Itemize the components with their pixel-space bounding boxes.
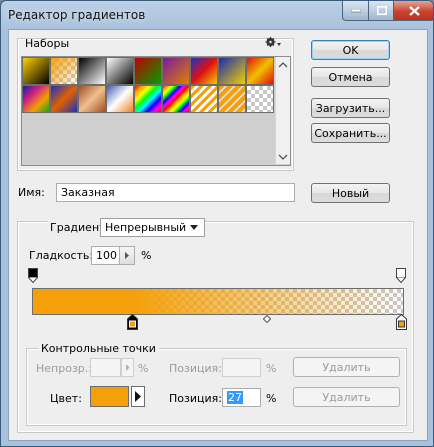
- color-delete-button[interactable]: Удалить: [293, 387, 400, 407]
- opacity-stop-right[interactable]: [396, 268, 406, 287]
- preset-swatch[interactable]: [50, 57, 78, 85]
- color-stop-icon: [396, 313, 407, 330]
- preset-swatch[interactable]: [106, 57, 134, 85]
- opacity-stop-icon: [396, 268, 406, 284]
- opacity-label: Непрозр.:: [36, 362, 92, 375]
- gradient-type-value: Непрерывный: [105, 221, 187, 234]
- preset-swatch[interactable]: [162, 85, 190, 113]
- smoothness-unit: %: [141, 249, 152, 262]
- opacity-position-unit: %: [266, 362, 277, 375]
- preset-swatch[interactable]: [22, 85, 50, 113]
- title-bar[interactable]: Редактор градиентов: [1, 1, 433, 29]
- color-swatch[interactable]: [90, 386, 129, 407]
- close-icon: [408, 5, 420, 16]
- color-label: Цвет:: [50, 392, 82, 405]
- preset-swatch[interactable]: [246, 57, 274, 85]
- preset-swatch[interactable]: [218, 57, 246, 85]
- preset-swatch[interactable]: [162, 57, 190, 85]
- smoothness-label: Гладкость:: [29, 249, 94, 262]
- color-stop-right[interactable]: [396, 313, 407, 333]
- preset-swatch[interactable]: [190, 85, 218, 113]
- preset-swatch[interactable]: [22, 57, 50, 85]
- new-button[interactable]: Новый: [311, 183, 390, 203]
- window-title: Редактор градиентов: [8, 8, 146, 22]
- presets-label: Наборы: [25, 37, 70, 50]
- preset-scrollbar[interactable]: [275, 57, 290, 164]
- minimize-button[interactable]: [342, 1, 370, 21]
- preset-swatch[interactable]: [134, 57, 162, 85]
- opacity-field[interactable]: [90, 358, 121, 377]
- color-position-unit: %: [266, 392, 277, 405]
- color-position-value: 27: [227, 391, 243, 404]
- gradient-editor-window: Редактор градиентов Наборы OK Отмена Заг…: [0, 0, 434, 447]
- preset-swatch[interactable]: [50, 85, 78, 113]
- chevron-down-icon: [190, 225, 198, 230]
- smoothness-field[interactable]: 100: [91, 246, 119, 265]
- opacity-delete-button[interactable]: Удалить: [293, 357, 400, 377]
- opacity-stepper[interactable]: [121, 358, 134, 377]
- scroll-down-icon[interactable]: [276, 152, 290, 162]
- preset-list[interactable]: [21, 56, 291, 166]
- gradient-type-select[interactable]: Непрерывный: [100, 218, 205, 237]
- color-position-label: Позиция:: [169, 392, 222, 405]
- name-label: Имя:: [18, 186, 45, 199]
- preset-swatch[interactable]: [190, 57, 218, 85]
- gear-icon[interactable]: [265, 36, 281, 51]
- ok-button[interactable]: OK: [311, 40, 390, 60]
- dialog-client-area: Наборы OK Отмена Загрузить... Сохранить.…: [8, 29, 428, 441]
- preset-swatch[interactable]: [218, 85, 246, 113]
- opacity-stop-icon: [28, 268, 38, 284]
- cancel-button[interactable]: Отмена: [311, 67, 390, 87]
- chevron-right-icon: [126, 364, 130, 371]
- save-button[interactable]: Сохранить...: [311, 123, 390, 143]
- color-menu-button[interactable]: [131, 386, 145, 407]
- opacity-unit: %: [138, 362, 149, 375]
- minimize-icon: [351, 8, 361, 12]
- preset-swatch[interactable]: [106, 85, 134, 113]
- color-stop-selected[interactable]: [127, 313, 138, 333]
- load-button[interactable]: Загрузить...: [311, 98, 390, 118]
- gradient-preview-bar[interactable]: [32, 288, 404, 315]
- close-button[interactable]: [393, 1, 433, 21]
- chevron-right-icon: [125, 252, 129, 259]
- maximize-button[interactable]: [368, 1, 395, 21]
- midpoint-diamond-icon[interactable]: [262, 313, 272, 326]
- opacity-position-label: Позиция:: [169, 362, 222, 375]
- smoothness-stepper[interactable]: [119, 246, 135, 265]
- stops-group-label: Контрольные точки: [38, 342, 159, 355]
- preset-swatch[interactable]: [134, 85, 162, 113]
- preset-swatch[interactable]: [78, 85, 106, 113]
- color-stop-icon: [127, 313, 138, 330]
- maximize-icon: [376, 6, 387, 15]
- color-position-field[interactable]: 27: [222, 388, 261, 407]
- opacity-stop-left[interactable]: [28, 268, 38, 287]
- preset-swatch[interactable]: [78, 57, 106, 85]
- scroll-up-icon[interactable]: [276, 60, 290, 70]
- name-field[interactable]: Заказная: [56, 183, 295, 202]
- preset-swatch[interactable]: [246, 85, 274, 113]
- opacity-position-field[interactable]: [222, 358, 261, 377]
- chevron-right-icon: [135, 391, 141, 402]
